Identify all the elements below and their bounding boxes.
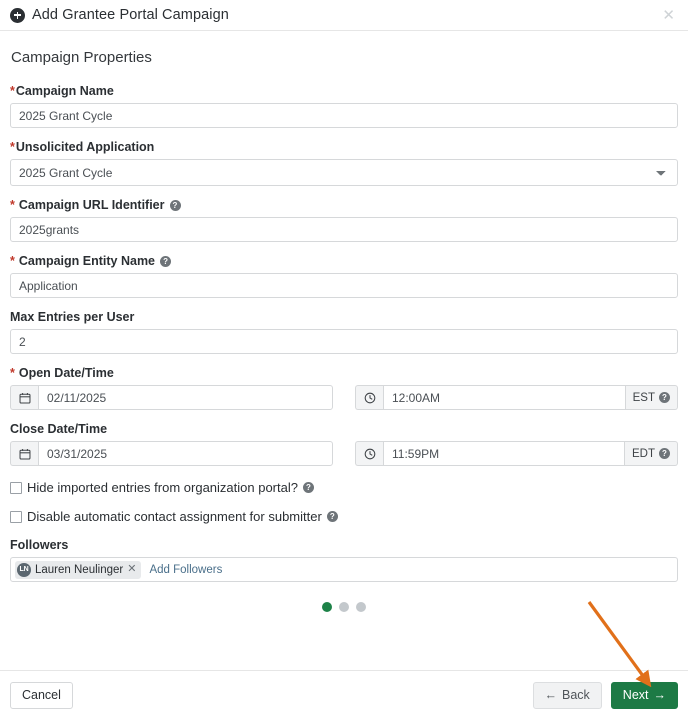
close-icon[interactable]: ✕ xyxy=(659,6,678,25)
open-timezone-addon[interactable]: EST ? xyxy=(625,385,678,410)
campaign-name-input[interactable] xyxy=(10,103,678,128)
pagination-dot-3[interactable] xyxy=(356,602,366,612)
checkbox-label: Disable automatic contact assignment for… xyxy=(27,509,338,524)
open-datetime-row: EST ? xyxy=(10,385,678,410)
checkbox-disable-auto-contact[interactable] xyxy=(10,510,22,523)
field-campaign-name: * Campaign Name xyxy=(10,84,678,128)
help-icon[interactable]: ? xyxy=(160,256,172,267)
label-text: Open Date/Time xyxy=(18,366,114,380)
close-date-input[interactable] xyxy=(38,441,333,466)
cancel-button[interactable]: Cancel xyxy=(10,681,73,709)
checkbox-hide-imported-entries[interactable] xyxy=(10,481,22,494)
label-followers: Followers xyxy=(10,538,678,553)
back-button[interactable]: ← Back xyxy=(532,681,602,709)
next-arrow-icon: → xyxy=(653,688,667,702)
help-icon[interactable]: ? xyxy=(302,482,314,493)
add-campaign-modal: Add Grantee Portal Campaign ✕ Campaign P… xyxy=(0,0,688,719)
add-circle-icon xyxy=(10,7,25,23)
follower-chip[interactable]: LN Lauren Neulinger ✕ xyxy=(15,560,142,579)
campaign-url-identifier-input[interactable] xyxy=(10,217,678,242)
back-button-label: Back xyxy=(562,688,590,702)
label-open-datetime: * Open Date/Time xyxy=(10,366,678,381)
next-button-label: Next xyxy=(622,688,649,702)
label-max-entries-per-user: Max Entries per User xyxy=(10,310,678,325)
required-asterisk: * xyxy=(10,140,15,154)
checkbox-label-text: Disable automatic contact assignment for… xyxy=(27,509,322,524)
checkbox-row-disable-auto-contact[interactable]: Disable automatic contact assignment for… xyxy=(10,509,678,524)
label-unsolicited-application: * Unsolicited Application xyxy=(10,140,678,155)
modal-header: Add Grantee Portal Campaign ✕ xyxy=(0,0,688,31)
label-text: Unsolicited Application xyxy=(15,140,155,154)
add-followers-link[interactable]: Add Followers xyxy=(149,564,222,576)
close-time-group: EDT ? xyxy=(355,441,678,466)
max-entries-per-user-input[interactable] xyxy=(10,329,678,354)
checkbox-label-text: Hide imported entries from organization … xyxy=(27,480,298,495)
required-asterisk: * xyxy=(10,254,15,268)
required-asterisk: * xyxy=(10,366,15,380)
unsolicited-application-select[interactable]: 2025 Grant Cycle xyxy=(10,159,678,186)
label-text: Campaign Name xyxy=(15,84,114,98)
close-time-input[interactable] xyxy=(383,441,625,466)
modal-title: Add Grantee Portal Campaign xyxy=(32,7,229,23)
help-icon[interactable]: ? xyxy=(659,448,670,459)
followers-input[interactable]: LN Lauren Neulinger ✕ Add Followers xyxy=(10,557,678,582)
follower-name: Lauren Neulinger xyxy=(35,563,124,576)
close-timezone-addon[interactable]: EDT ? xyxy=(625,441,678,466)
field-unsolicited-application: * Unsolicited Application 2025 Grant Cycl… xyxy=(10,140,678,186)
field-max-entries-per-user: Max Entries per User xyxy=(10,310,678,354)
back-arrow-icon: ← xyxy=(544,688,558,702)
calendar-icon[interactable] xyxy=(10,385,38,410)
close-datetime-row: EDT ? xyxy=(10,441,678,466)
label-text: Close Date/Time xyxy=(10,422,108,436)
field-open-datetime: * Open Date/Time 02/11/2025 12:00AM EST … xyxy=(10,366,678,410)
label-text: Followers xyxy=(10,538,69,552)
label-campaign-url-identifier: * Campaign URL Identifier? xyxy=(10,198,678,213)
next-button[interactable]: Next → xyxy=(610,681,678,709)
pagination-dot-1[interactable] xyxy=(322,602,332,612)
remove-follower-icon[interactable]: ✕ xyxy=(127,564,136,575)
calendar-icon[interactable] xyxy=(10,441,38,466)
pagination-dots xyxy=(10,602,678,612)
required-asterisk: * xyxy=(10,84,15,98)
open-time-group: EST ? xyxy=(355,385,678,410)
help-icon[interactable]: ? xyxy=(659,392,670,403)
open-timezone-label: EST xyxy=(632,391,655,404)
clock-icon[interactable] xyxy=(355,441,383,466)
open-time-input[interactable] xyxy=(383,385,626,410)
close-timezone-label: EDT xyxy=(632,447,655,460)
checkbox-row-hide-imported-entries[interactable]: Hide imported entries from organization … xyxy=(10,480,678,495)
label-text: Campaign Entity Name xyxy=(18,254,156,268)
label-campaign-entity-name: * Campaign Entity Name? xyxy=(10,254,678,269)
field-campaign-entity-name: * Campaign Entity Name? xyxy=(10,254,678,298)
field-followers: Followers LN Lauren Neulinger ✕ Add Foll… xyxy=(10,538,678,582)
open-date-group xyxy=(10,385,333,410)
close-date-group xyxy=(10,441,333,466)
label-close-datetime: Close Date/Time xyxy=(10,422,678,437)
modal-footer: Cancel ← Back Next → xyxy=(0,670,688,719)
avatar: LN xyxy=(17,562,31,577)
label-campaign-name: * Campaign Name xyxy=(10,84,678,99)
modal-body: Campaign Properties *Campaign Name *Unso… xyxy=(0,31,688,670)
section-title: Campaign Properties xyxy=(11,49,152,66)
field-campaign-url-identifier: * Campaign URL Identifier? xyxy=(10,198,678,242)
checkbox-label: Hide imported entries from organization … xyxy=(27,480,314,495)
label-text: Max Entries per User xyxy=(10,310,135,324)
pagination-dot-2[interactable] xyxy=(339,602,349,612)
help-icon[interactable]: ? xyxy=(169,200,181,211)
label-text: Campaign URL Identifier xyxy=(18,198,165,212)
help-icon[interactable]: ? xyxy=(326,511,338,522)
footer-actions: ← Back Next → xyxy=(532,681,678,709)
open-date-input[interactable] xyxy=(38,385,333,410)
required-asterisk: * xyxy=(10,198,15,212)
campaign-entity-name-input[interactable] xyxy=(10,273,678,298)
clock-icon[interactable] xyxy=(355,385,383,410)
field-close-datetime: Close Date/Time 03/31/2025 11:59PM EDT ? xyxy=(10,422,678,466)
